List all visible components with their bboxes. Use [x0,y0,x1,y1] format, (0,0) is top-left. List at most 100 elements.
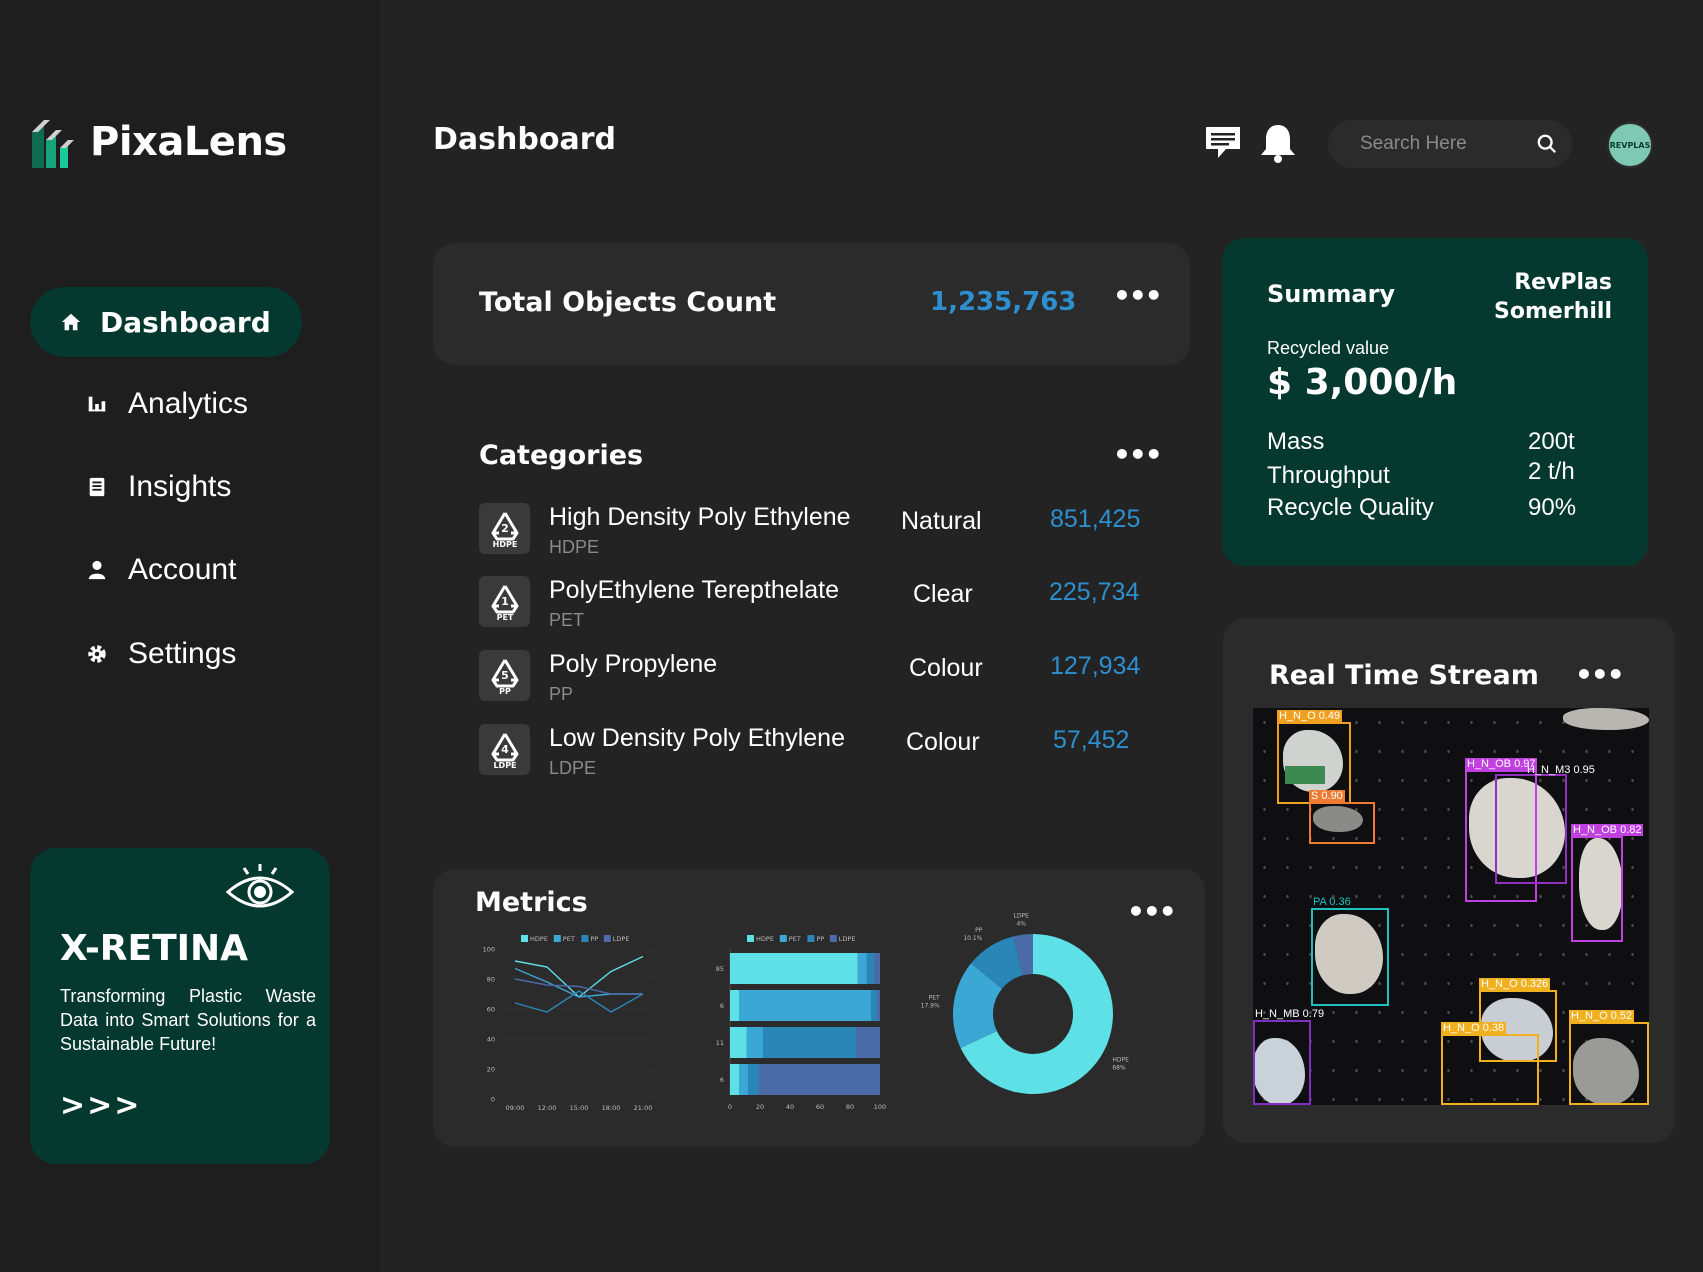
y-tick-label: 6 [720,1002,724,1010]
sidebar-item-account[interactable]: Account [30,535,302,605]
promo-text: Transforming Plastic Waste Data into Sma… [60,986,316,1054]
slice-label: LDPE [1014,913,1030,920]
sidebar: PixaLens Dashboard Analytics Insights Ac… [0,0,380,1272]
promo-arrows-button[interactable]: >>> [60,1088,141,1123]
bar-segment-ldpe [758,1064,880,1095]
slice-label: HDPE [1112,1056,1129,1063]
stream-video-frame[interactable]: H_N_O 0.49 S 0.90 H_N_OB 0.97 H_N_M3 0.9… [1253,708,1649,1105]
bar-segment-ldpe [874,953,880,984]
y-tick-label: 40 [487,1036,495,1044]
bar-segment-pp [748,1064,759,1095]
legend-label: HDPE [530,935,548,943]
x-tick-label: 0 [728,1103,732,1111]
recycle-icon: 1 PET [479,576,530,627]
sidebar-item-settings[interactable]: Settings [30,619,302,689]
app-logo[interactable]: PixaLens [30,116,287,168]
legend-swatch [779,935,787,942]
category-row[interactable]: 2 HDPE High Density Poly Ethylene HDPE N… [479,503,1159,563]
stream-card: Real Time Stream ••• H_N_O 0.49 S 0.90 H… [1223,618,1675,1143]
x-tick-label: 09:00 [506,1104,525,1112]
search-bar[interactable] [1328,120,1572,168]
category-row[interactable]: 4 LDPE Low Density Poly Ethylene LDPE Co… [479,724,1159,784]
recycled-label: Recycled value [1267,338,1390,358]
slice-value: 10.1% [963,935,982,942]
summary-card: Summary RevPlas Somerhill Recycled value… [1222,238,1648,566]
svg-text:HDPE: HDPE [492,540,517,549]
y-tick-label: 0 [491,1096,495,1104]
detection-box: H_N_MB 0.79 [1253,1008,1324,1105]
y-tick-label: 11 [716,1039,724,1047]
eye-icon [225,864,295,908]
categories-more-icon[interactable]: ••• [1113,441,1163,469]
sidebar-item-label: Insights [128,470,232,503]
legend-swatch [603,935,611,942]
promo-card: X-RETINA Transforming Plastic Waste Data… [30,848,330,1164]
detection-box: S 0.90 [1309,790,1375,844]
x-tick-label: 20 [756,1103,764,1111]
stream-more-icon[interactable]: ••• [1575,661,1625,689]
bar-chart-icon [88,396,106,412]
avatar[interactable]: REVPLAS [1607,122,1653,168]
detection-box: H_N_M3 0.95 [1495,764,1595,884]
legend-swatch [807,935,815,942]
category-type: Colour [906,728,980,756]
detection-box: PA 0.36 [1311,896,1389,1006]
logo-icon [32,120,74,168]
category-name: Poly Propylene [549,650,718,678]
y-tick-label: 80 [487,976,495,984]
category-code: PP [549,684,574,704]
chat-icon[interactable] [1204,125,1242,161]
gear-icon [88,645,106,663]
slice-value: 68% [1112,1064,1126,1071]
total-objects-card: Total Objects Count 1,235,763 ••• [433,243,1190,365]
more-options-icon[interactable]: ••• [1113,282,1163,310]
sidebar-item-dashboard[interactable]: Dashboard [30,287,302,357]
legend-label: PET [563,935,575,943]
legend-label: PP [816,935,824,943]
category-name: PolyEthylene Terepthelate [549,576,840,604]
search-input[interactable] [1360,133,1536,155]
bar-segment-pet [857,953,867,984]
legend-label: PP [590,935,598,943]
slice-label: PET [929,995,940,1002]
bar-segment-ldpe [877,990,880,1021]
mass-label: Mass [1267,428,1325,455]
total-objects-value: 1,235,763 [930,287,1077,317]
category-row[interactable]: 1 PET PolyEthylene Terepthelate PET Clea… [479,576,1159,636]
sidebar-item-insights[interactable]: Insights [30,452,302,522]
slice-value: 17.9% [921,1003,940,1010]
recycle-icon: 5 PP [479,650,530,701]
avatar-text: REVPLAS [1609,140,1651,150]
x-tick-label: 21:00 [634,1104,653,1112]
category-code: LDPE [549,758,597,778]
svg-text:4: 4 [501,743,509,756]
category-code: HDPE [549,537,600,557]
y-tick-label: 20 [487,1066,495,1074]
page-title: Dashboard [433,122,616,157]
detection-box: H_N_O 0.38 [1441,1022,1539,1105]
legend-label: LDPE [839,935,856,943]
sidebar-item-label: Settings [128,637,237,670]
bar-segment-hdpe [730,953,858,984]
home-icon [61,313,81,331]
category-row[interactable]: 5 PP Poly Propylene PP Colour 127,934 [479,650,1159,710]
legend-label: HDPE [756,935,774,943]
sidebar-item-analytics[interactable]: Analytics [30,369,302,439]
sidebar-item-label: Analytics [128,387,249,420]
sidebar-item-label: Dashboard [100,305,271,339]
bar-segment-hdpe [730,1064,739,1095]
x-tick-label: 40 [786,1103,794,1111]
search-icon[interactable] [1536,133,1558,155]
bar-segment-pet [739,990,871,1021]
summary-org: RevPlas Somerhill [1494,270,1612,324]
bar-segment-hdpe [730,1027,747,1058]
bell-icon[interactable] [1259,122,1297,164]
y-tick-label: 6 [720,1076,724,1084]
document-icon [89,477,105,497]
bar-segment-pet [746,1027,763,1058]
category-type: Natural [901,507,982,535]
category-count: 57,452 [1053,726,1130,754]
legend-label: LDPE [613,935,630,943]
legend-swatch [829,935,837,942]
bar-segment-pet [739,1064,748,1095]
